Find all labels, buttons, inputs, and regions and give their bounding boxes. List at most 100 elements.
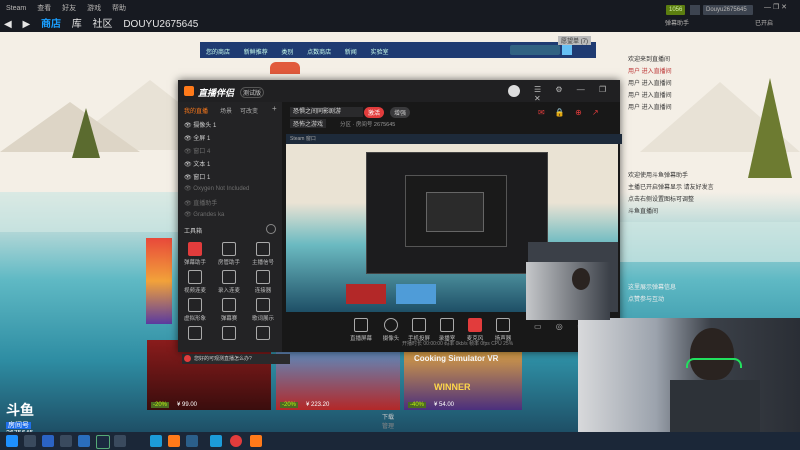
- douyu-taskbar-icon[interactable]: [168, 435, 180, 447]
- avatar[interactable]: [508, 85, 520, 97]
- chat-line: 用户 进入直播间: [628, 69, 672, 75]
- store-tab-news[interactable]: 新闻: [345, 50, 357, 56]
- taskbar-icon[interactable]: [210, 435, 222, 447]
- stream-title-input[interactable]: 恐惧之间同影剧游: [290, 107, 363, 117]
- add-scene-icon[interactable]: +: [272, 104, 277, 113]
- tool-danmu-race[interactable]: 弹幕赛: [216, 298, 242, 322]
- toolbox-title: 工具箱: [184, 229, 203, 235]
- avatar[interactable]: [690, 5, 700, 15]
- tool-danmu[interactable]: 弹幕助手: [182, 242, 208, 266]
- tool-extra[interactable]: [216, 326, 242, 342]
- menu-friends[interactable]: 好友: [62, 5, 76, 12]
- app-title: 直播伴侣: [198, 88, 235, 98]
- steam-nav: ◀ ▶ 商店 库 社区 DOUYU2675645: [4, 15, 206, 30]
- beta-badge: 测试版: [240, 87, 265, 98]
- price-label: ¥ 223.20: [306, 402, 330, 408]
- eye-icon: 👁: [184, 162, 194, 168]
- streamer-head: [572, 268, 590, 290]
- discount-badge: -40%: [408, 402, 427, 408]
- decorative-totem: [146, 238, 172, 324]
- taskbar-icon[interactable]: [230, 435, 242, 447]
- tool-video-link[interactable]: 视频连麦: [182, 270, 208, 294]
- store-tab-new[interactable]: 新鲜推荐: [244, 50, 268, 56]
- window-controls[interactable]: ☰ ⚙ — ❐ ✕: [534, 85, 620, 103]
- search-icon[interactable]: [562, 45, 572, 55]
- app-logo-icon: [184, 86, 194, 96]
- source-row[interactable]: 👁 窗口 1: [184, 172, 210, 184]
- category-select[interactable]: 恐怖之游戏: [290, 119, 327, 128]
- room-tag: 房间号: [6, 422, 31, 429]
- eye-icon: 👁: [184, 136, 194, 142]
- headset-icon: [686, 358, 742, 368]
- source-row[interactable]: 👁 Grandes ka: [184, 211, 224, 223]
- help-hint[interactable]: 您好的可观测直播怎么办?: [182, 354, 290, 364]
- taskbar-icon[interactable]: [250, 435, 262, 447]
- source-row[interactable]: 👁 摄像头 1: [184, 120, 216, 132]
- tool-record[interactable]: 录入连麦: [216, 270, 242, 294]
- source-row[interactable]: 👁 文本 1: [184, 159, 210, 171]
- forward-icon[interactable]: ▶: [22, 19, 30, 30]
- activate-button[interactable]: 激活: [364, 107, 385, 118]
- preview-nested-window: [366, 152, 548, 274]
- nav-library[interactable]: 库: [72, 19, 82, 30]
- price-label: ¥ 54.00: [434, 402, 455, 408]
- nav-community[interactable]: 社区: [93, 19, 113, 30]
- obs-title-bar: 直播伴侣 测试版 ☰ ⚙ — ❐ ✕: [178, 80, 620, 103]
- taskbar-icon[interactable]: [186, 435, 198, 447]
- more-icon[interactable]: [266, 224, 276, 234]
- game-banner: WINNER: [434, 382, 471, 392]
- eye-icon: 👁: [184, 201, 194, 207]
- source-row[interactable]: 👁 Oxygen Not Included: [184, 185, 249, 197]
- price-label: ¥ 99.00: [177, 402, 198, 408]
- tool-extra[interactable]: [182, 326, 208, 342]
- tab-changeable[interactable]: 可改变: [240, 106, 258, 115]
- taskbar-icon[interactable]: [42, 435, 54, 447]
- steam-taskbar-icon[interactable]: [96, 435, 110, 449]
- quick-action-icons[interactable]: ✉ 🔒 ⊕ ↗: [538, 108, 603, 117]
- taskbar-icon[interactable]: [78, 435, 90, 447]
- tool-extra[interactable]: [250, 326, 276, 342]
- source-row[interactable]: 👁 直播助手: [184, 198, 217, 210]
- store-tab-categories[interactable]: 类别: [281, 50, 293, 56]
- wishlist-button[interactable]: 愿望单 (7): [558, 36, 592, 45]
- taskbar-icon[interactable]: [114, 435, 126, 447]
- alert-icon: [184, 355, 191, 362]
- btn-screen[interactable]: 直播屏幕: [344, 318, 378, 342]
- source-row[interactable]: 👁 窗口 4: [184, 146, 210, 158]
- eye-icon: 👁: [184, 123, 194, 129]
- store-tab-points[interactable]: 点数商店: [307, 50, 331, 56]
- windows-start-icon[interactable]: [6, 435, 18, 447]
- taskbar-icon[interactable]: [150, 435, 162, 447]
- tab-my-live[interactable]: 我的直播: [184, 106, 208, 115]
- nav-profile[interactable]: DOUYU2675645: [123, 19, 198, 30]
- helper-link[interactable]: 弹幕助手: [665, 18, 689, 27]
- chat-line: 这里展示弹幕信息: [628, 285, 677, 291]
- tab-scene[interactable]: 场景: [220, 106, 232, 115]
- nav-store[interactable]: 商店: [41, 19, 61, 30]
- menu-view[interactable]: 查看: [37, 5, 51, 12]
- back-icon[interactable]: ◀: [4, 19, 12, 30]
- chat-line: 用户 进入直播间: [628, 105, 672, 111]
- menu-help[interactable]: 帮助: [112, 5, 126, 12]
- tool-signal[interactable]: 主播信号: [250, 242, 276, 266]
- tool-roommgr[interactable]: 房管助手: [216, 242, 242, 266]
- enhance-button[interactable]: 增强: [390, 107, 411, 118]
- store-tab-labs[interactable]: 实验室: [370, 50, 388, 56]
- source-row[interactable]: 👁 全屏 1: [184, 133, 210, 145]
- download-link[interactable]: 下载 管理: [382, 412, 394, 430]
- helper-status: 已开启: [755, 21, 774, 27]
- user-name[interactable]: Douyu2675645: [703, 5, 753, 15]
- menu-games[interactable]: 游戏: [87, 5, 101, 12]
- btn-speaker[interactable]: 扬声器: [486, 318, 520, 342]
- points-badge[interactable]: 1056: [666, 5, 686, 15]
- taskbar-icon[interactable]: [60, 435, 72, 447]
- mountain: [0, 102, 140, 152]
- window-controls[interactable]: — ❐ ✕: [764, 3, 787, 11]
- taskbar-icon[interactable]: [24, 435, 36, 447]
- store-tab-yours[interactable]: 您的商店: [206, 50, 230, 56]
- tool-lyrics[interactable]: 歌词展示: [250, 298, 276, 322]
- tool-avatar[interactable]: 虚拟形象: [182, 298, 208, 322]
- tool-connector[interactable]: 连接器: [250, 270, 276, 294]
- menu-steam[interactable]: Steam: [6, 5, 26, 12]
- store-search-input[interactable]: [510, 45, 560, 55]
